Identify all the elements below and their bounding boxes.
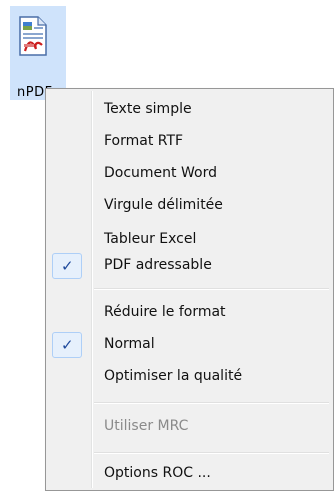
menu-item-optimiser-la-qualite[interactable]: Optimiser la qualité: [48, 362, 331, 390]
menu-item-label: Tableur Excel: [104, 231, 197, 247]
menu-item-document-word[interactable]: Document Word: [48, 159, 331, 187]
context-menu: Texte simple Format RTF Document Word Vi…: [45, 88, 334, 491]
checked-indicator: ✓: [52, 253, 82, 279]
checkmark-icon: ✓: [61, 257, 74, 275]
menu-item-texte-simple[interactable]: Texte simple: [48, 95, 331, 123]
checkmark-icon: ✓: [61, 336, 74, 354]
menu-item-utiliser-mrc: Utiliser MRC: [48, 412, 331, 440]
menu-item-options-roc[interactable]: Options ROC ...: [48, 459, 331, 487]
menu-item-virgule-delimitee[interactable]: Virgule délimitée: [48, 191, 331, 219]
menu-item-label: Utiliser MRC: [104, 418, 189, 434]
checked-indicator: ✓: [52, 332, 82, 358]
menu-item-format-rtf[interactable]: Format RTF: [48, 127, 331, 155]
menu-item-pdf-adressable[interactable]: ✓ PDF adressable: [48, 251, 331, 279]
menu-separator: [94, 402, 329, 404]
menu-item-label: Format RTF: [104, 133, 184, 149]
menu-item-tableur-excel[interactable]: Tableur Excel: [48, 225, 331, 253]
menu-item-label: PDF adressable: [104, 257, 212, 273]
menu-separator: [94, 452, 329, 454]
menu-item-label: Options ROC ...: [104, 465, 211, 481]
menu-item-normal[interactable]: ✓ Normal: [48, 330, 331, 358]
menu-item-label: Texte simple: [104, 101, 192, 117]
pdf-document-icon: [19, 16, 47, 56]
menu-item-label: Normal: [104, 336, 155, 352]
menu-item-label: Document Word: [104, 165, 217, 181]
menu-item-label: Virgule délimitée: [104, 197, 223, 213]
menu-item-label: Réduire le format: [104, 304, 226, 320]
menu-item-label: Optimiser la qualité: [104, 368, 243, 384]
menu-item-reduire-le-format[interactable]: Réduire le format: [48, 298, 331, 326]
app-tile-npdf[interactable]: nPDF: [10, 6, 66, 100]
menu-separator: [94, 288, 329, 290]
